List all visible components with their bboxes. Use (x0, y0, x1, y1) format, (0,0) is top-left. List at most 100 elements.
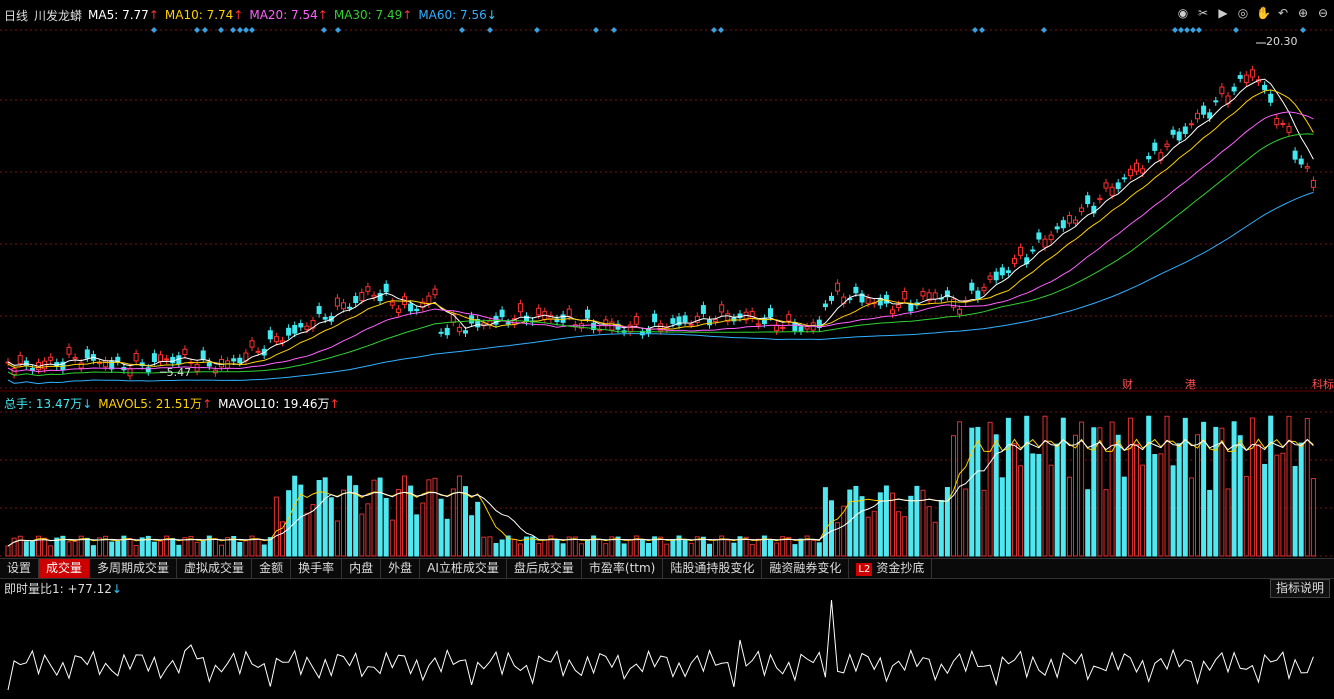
play-icon[interactable]: ▶ (1216, 6, 1230, 20)
signal-diamond (1184, 27, 1190, 33)
candle-body (883, 294, 889, 304)
candle-body (505, 322, 511, 325)
signal-diamond (230, 27, 236, 33)
volume-bar (1298, 442, 1304, 557)
volume-bar (621, 543, 627, 557)
candle-body (932, 292, 938, 300)
record-icon[interactable]: ◎ (1236, 6, 1250, 20)
tab-label: 换手率 (298, 561, 335, 575)
scissors-icon[interactable]: ✂ (1196, 6, 1210, 20)
volume-bar (1012, 443, 1017, 557)
volume-bar (420, 502, 426, 557)
candle-body (341, 302, 346, 310)
volume-bar (72, 540, 78, 557)
event-marker-cai[interactable]: 财 (1122, 376, 1133, 392)
volume-bar (511, 539, 517, 557)
candle-body (670, 318, 676, 324)
tab-8[interactable]: AI立桩成交量 (420, 559, 507, 578)
volume-bar (353, 485, 359, 557)
signal-diamond (1196, 27, 1202, 33)
candle-body (1262, 84, 1268, 91)
volume-bar (1170, 465, 1176, 557)
volume-bar (530, 536, 536, 557)
tab-1[interactable]: 成交量 (39, 559, 91, 578)
candle-body (1231, 86, 1237, 92)
volume-bar (438, 498, 444, 557)
candle-body (231, 358, 237, 362)
tab-2[interactable]: 多周期成交量 (90, 559, 178, 578)
candle-body (316, 306, 322, 315)
volume-bar (212, 538, 218, 557)
candle-body (499, 309, 505, 318)
tab-10[interactable]: 市盈率(ttm) (582, 559, 664, 578)
volume-bar (755, 538, 761, 557)
candle-body (713, 319, 719, 323)
candle-body (1066, 215, 1072, 224)
volume-bar (1109, 421, 1115, 557)
tab-5[interactable]: 换手率 (291, 559, 343, 578)
event-marker-biao[interactable]: 科标 (1312, 376, 1334, 392)
candle-body (517, 303, 523, 313)
signal-diamond (218, 27, 224, 33)
volume-legend: 总手: 13.47万↓ MAVOL5: 21.51万↑ MAVOL10: 19.… (4, 395, 340, 412)
volume-bar (1146, 415, 1152, 557)
tab-3[interactable]: 虚拟成交量 (177, 559, 253, 578)
indicator-help-button[interactable]: 指标说明 (1269, 579, 1330, 598)
indicator-tabs: 设置 成交量 多周期成交量 虚拟成交量 金额 换手率 内盘 外盘 AI立桩成交量 盘后成交量 市盈率… (0, 558, 1334, 579)
undo-icon[interactable]: ↶ (1276, 6, 1290, 20)
tab-6[interactable]: 内盘 (342, 559, 382, 578)
eye-icon[interactable]: ◉ (1176, 6, 1190, 20)
volume-bar (1073, 434, 1078, 557)
candle-body (1280, 122, 1286, 125)
volume-bar (273, 496, 279, 557)
candle-body (414, 308, 420, 312)
volume-bar (1256, 444, 1261, 557)
volume-bar (109, 541, 115, 557)
indicator-legend: 即时量比1: +77.12↓ (4, 582, 122, 596)
volume-bar (310, 504, 316, 557)
candle-body (304, 325, 310, 330)
zoom-out-icon[interactable]: ⊖ (1316, 6, 1330, 20)
volume-bar (1054, 443, 1060, 557)
tab-4[interactable]: 金额 (252, 559, 292, 578)
volume-bar (578, 543, 584, 557)
volume-bar (774, 542, 780, 557)
candle-body (1109, 186, 1115, 196)
candle-body (1079, 207, 1085, 213)
volume-bar (1042, 415, 1048, 557)
tab-7[interactable]: 外盘 (381, 559, 421, 578)
volume-bar (23, 541, 29, 557)
candle-body (585, 309, 590, 319)
candle-body (1201, 105, 1207, 115)
candle-body (975, 290, 981, 300)
signal-diamond (243, 27, 249, 33)
volume-bar (554, 539, 560, 557)
signal-diamond (321, 27, 327, 33)
hand-icon[interactable]: ✋ (1256, 6, 1271, 20)
event-marker-gang[interactable]: 港 (1185, 376, 1196, 392)
candle-body (103, 360, 109, 368)
candle-body (1042, 238, 1048, 248)
volume-bar (938, 499, 944, 557)
tab-9[interactable]: 盘后成交量 (507, 559, 582, 578)
candle-body (298, 323, 304, 328)
volume-bar (890, 492, 895, 557)
tab-0[interactable]: 设置 (0, 559, 40, 578)
volume-bar (176, 544, 182, 557)
volume-bar (1274, 454, 1280, 557)
l2-badge: L2 (856, 563, 873, 576)
candle-body (1127, 168, 1133, 177)
tab-label: 内盘 (349, 561, 374, 575)
volume-bar (304, 512, 310, 557)
candle-body (1237, 75, 1243, 79)
tab-12[interactable]: 融资融券变化 (762, 559, 850, 578)
ma20-label: MA20: 7.54↑ (249, 8, 328, 22)
tab-label: 虚拟成交量 (184, 561, 245, 575)
zoom-in-icon[interactable]: ⊕ (1296, 6, 1310, 20)
candle-body (1030, 249, 1036, 252)
volume-bar (5, 545, 11, 557)
tab-13[interactable]: L2 资金抄底 (849, 559, 933, 578)
chart-canvas[interactable] (0, 0, 1334, 699)
volume-bar (963, 488, 969, 557)
tab-11[interactable]: 陆股通持股变化 (663, 559, 763, 578)
